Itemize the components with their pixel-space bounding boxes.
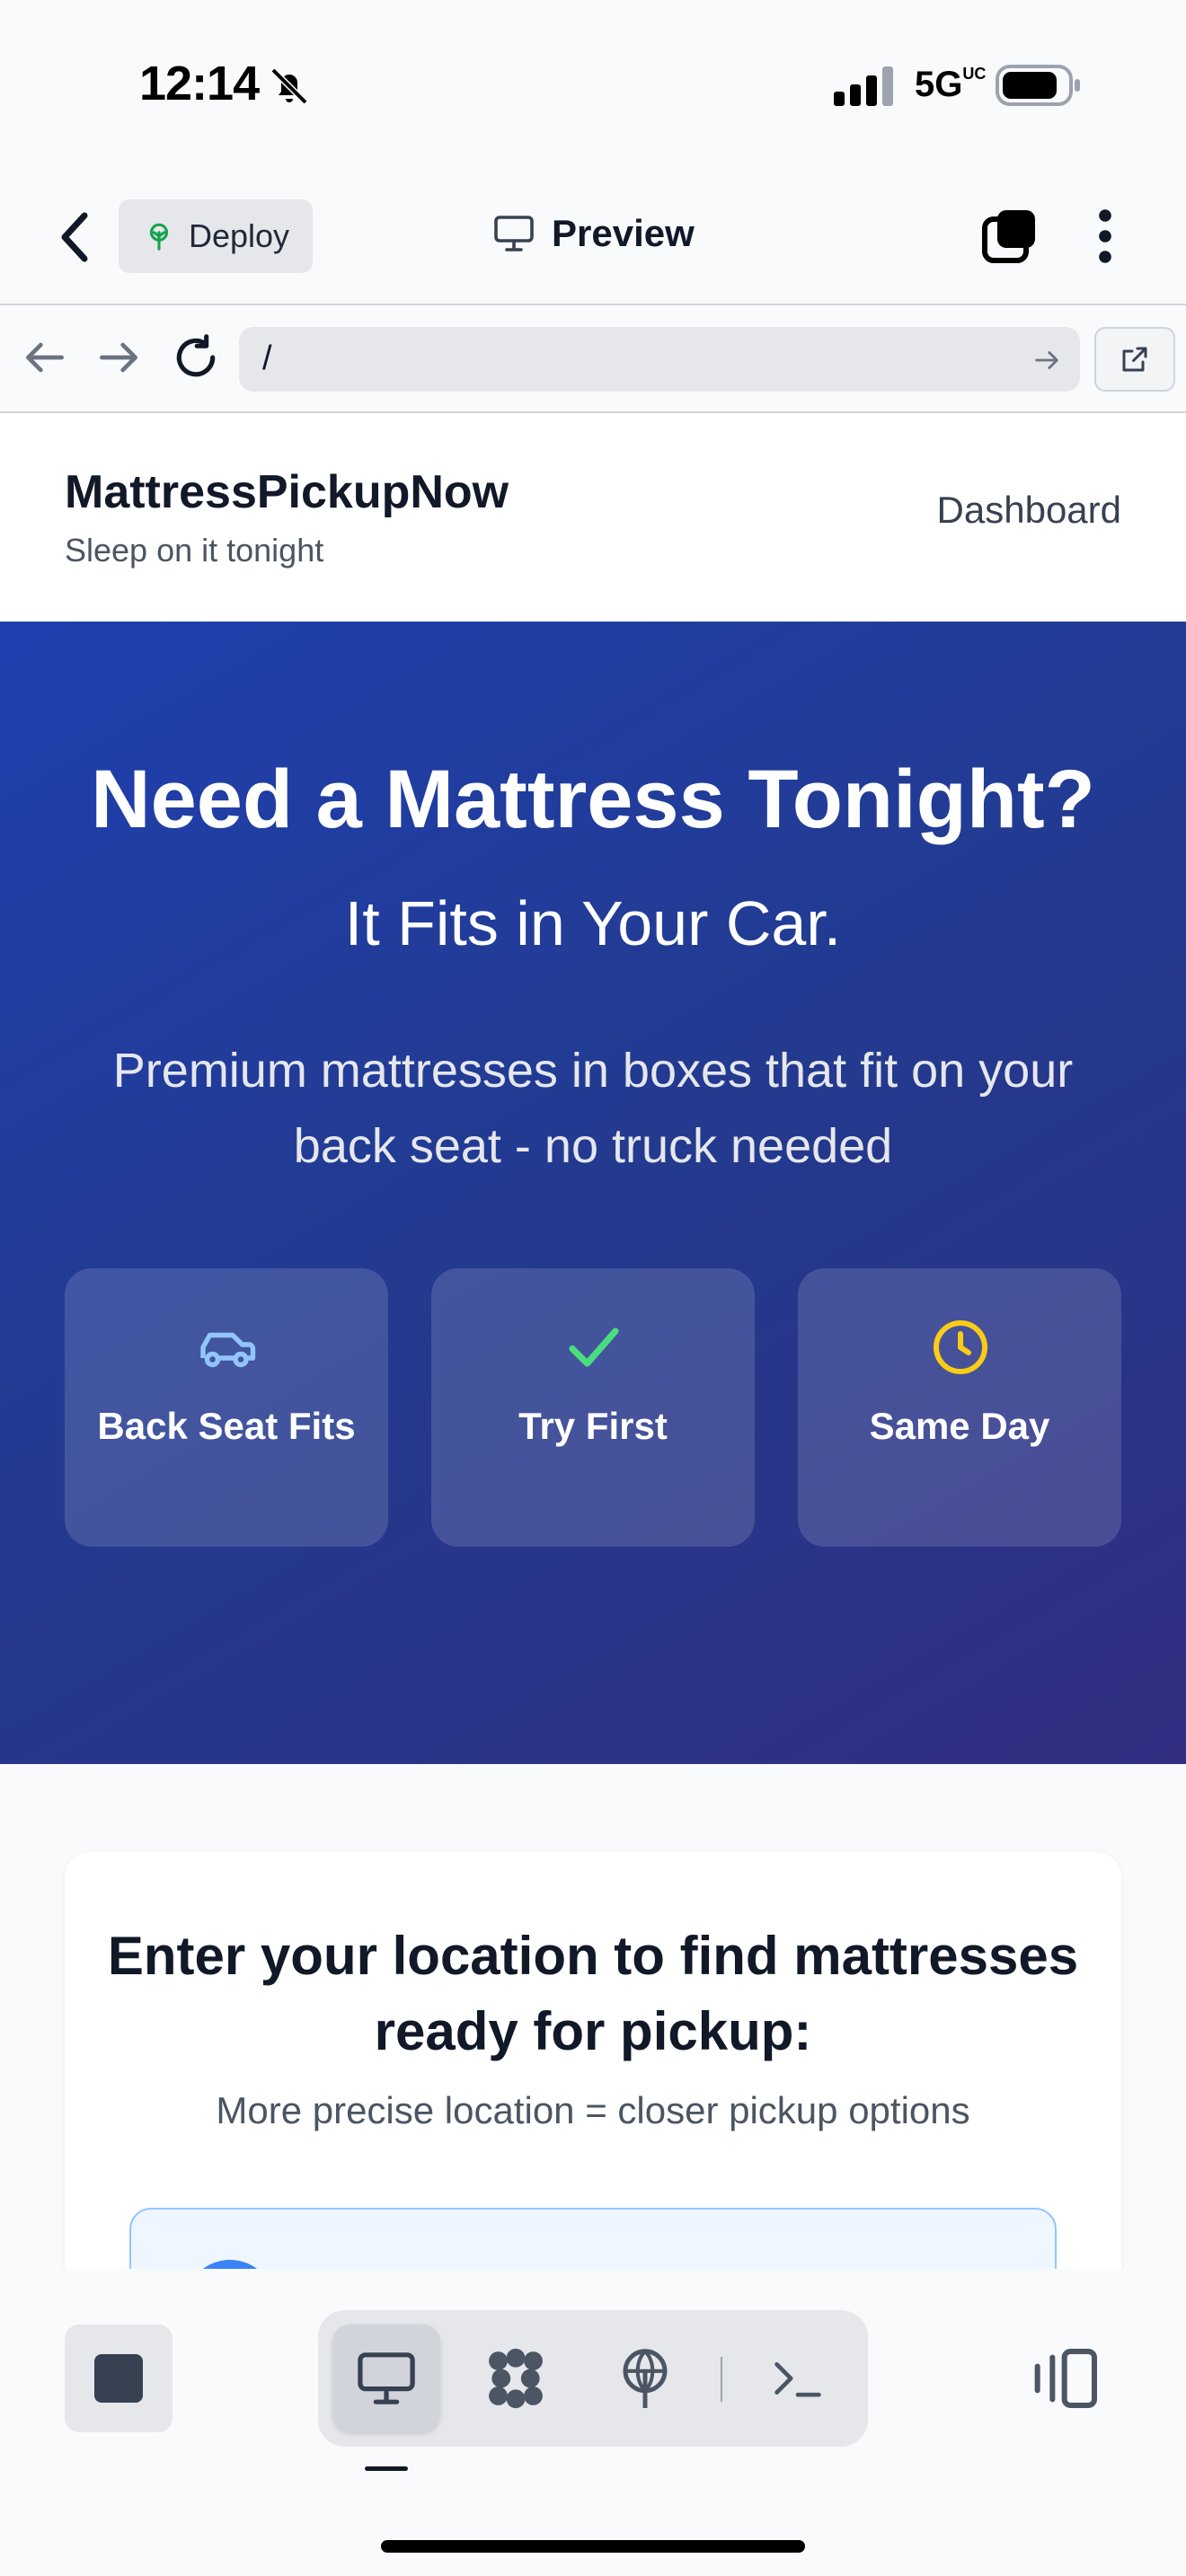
url-input[interactable]: /: [239, 327, 1080, 392]
open-external-button[interactable]: [1094, 327, 1175, 392]
tool-deployments[interactable]: [591, 2325, 699, 2432]
feature-label: Same Day: [869, 1405, 1050, 1447]
site-header: MattressPickupNow Sleep on it tonight Da…: [0, 413, 1186, 622]
deploy-label: Deploy: [189, 217, 290, 254]
bell-muted-icon: [270, 67, 308, 105]
bottom-toolbar: [0, 2269, 1186, 2576]
tool-preview[interactable]: [332, 2325, 440, 2432]
hero-subtitle: It Fits in Your Car.: [344, 888, 842, 958]
hero-title: Need a Mattress Tonight?: [91, 754, 1095, 845]
go-arrow-icon[interactable]: [1031, 345, 1062, 375]
battery-icon: [996, 65, 1080, 106]
split-view-icon[interactable]: [1031, 2342, 1103, 2414]
app-bar: Deploy Preview: [0, 171, 1186, 305]
monitor-icon: [358, 2352, 415, 2404]
clock-icon: [934, 1320, 987, 1374]
feature-card-back-seat: Back Seat Fits: [65, 1268, 388, 1547]
arrow-left-icon[interactable]: [20, 332, 70, 383]
tabs-icon[interactable]: [981, 208, 1037, 264]
brand-name[interactable]: MattressPickupNow: [65, 465, 509, 519]
network-label: 5G: [915, 65, 963, 104]
monitor-icon: [494, 216, 534, 251]
active-tab-indicator: [365, 2466, 408, 2471]
deploy-button[interactable]: Deploy: [119, 199, 313, 273]
agent-icon: [489, 2348, 543, 2409]
home-indicator: [381, 2540, 805, 2553]
deploy-icon: [149, 223, 169, 251]
deploy-icon: [623, 2349, 668, 2408]
location-hint: More precise location = closer pickup op…: [216, 2089, 970, 2131]
feature-card-same-day: Same Day: [798, 1268, 1121, 1547]
location-card: Enter your location to find mattresses r…: [65, 1852, 1121, 2269]
dashboard-link[interactable]: Dashboard: [937, 489, 1121, 532]
status-bar: 12:14 5GUC: [0, 0, 1186, 171]
status-time: 12:14: [139, 57, 260, 110]
brand-tagline: Sleep on it tonight: [65, 532, 324, 569]
stop-button[interactable]: [65, 2325, 173, 2432]
preview-label: Preview: [552, 212, 695, 254]
hero-section: Need a Mattress Tonight? It Fits in Your…: [0, 622, 1186, 1764]
signal-icon: [834, 66, 893, 106]
url-text[interactable]: /: [262, 340, 272, 378]
location-pin-icon: [185, 2260, 275, 2269]
preview-title: Preview: [492, 212, 695, 255]
url-bar: /: [0, 305, 1186, 413]
back-chevron-icon[interactable]: [56, 210, 95, 264]
hero-description: Premium mattresses in boxes that fit on …: [112, 1044, 1074, 1173]
tool-separator: [721, 2357, 722, 2402]
more-options-icon[interactable]: [1089, 207, 1121, 266]
arrow-right-icon[interactable]: [93, 332, 144, 383]
location-title: Enter your location to find mattresses r…: [107, 1926, 1079, 2061]
reload-icon[interactable]: [171, 332, 221, 383]
feature-label: Back Seat Fits: [97, 1405, 356, 1447]
tool-shell[interactable]: [744, 2325, 852, 2432]
use-location-option[interactable]: [129, 2208, 1057, 2269]
stop-icon: [94, 2354, 143, 2403]
network-suffix: UC: [962, 65, 987, 83]
check-icon: [569, 1328, 619, 1367]
external-link-icon: [1122, 347, 1147, 372]
tool-switcher: [318, 2310, 868, 2447]
feature-card-try-first: Try First: [431, 1268, 755, 1547]
car-icon: [200, 1332, 256, 1368]
network-type: 5GUC: [915, 65, 986, 105]
location-section: Enter your location to find mattresses r…: [0, 1764, 1186, 2269]
tool-agent[interactable]: [462, 2325, 570, 2432]
feature-label: Try First: [518, 1405, 668, 1447]
terminal-icon: [774, 2362, 821, 2397]
